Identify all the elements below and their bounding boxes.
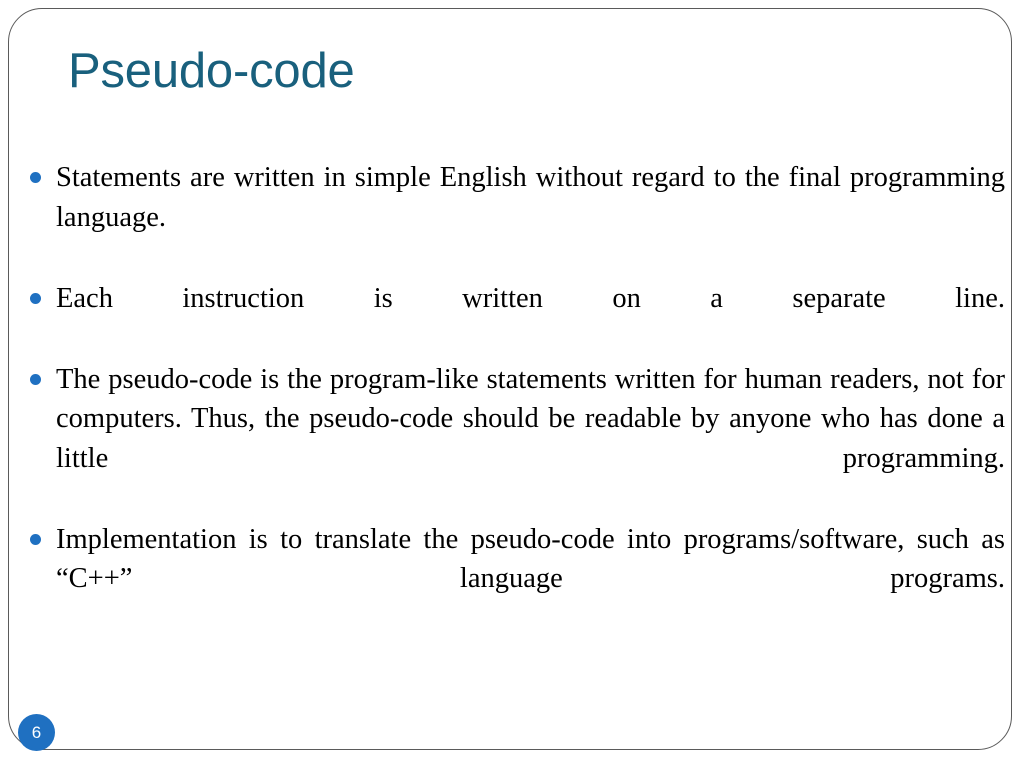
bullet-dot-icon [30,292,41,304]
list-item-text: Statements are written in simple English… [56,162,1005,233]
page-number-badge: 6 [18,714,55,751]
page-title: Pseudo-code [68,44,355,98]
list-item-text: The pseudo-code is the program-like stat… [56,363,1005,474]
bullet-list: Statements are written in simple English… [27,158,1005,640]
bullet-dot-icon [30,172,41,183]
bullet-dot-icon [30,533,41,545]
list-item-text: Implementation is to translate the pseud… [56,523,1005,595]
bullet-dot-icon [30,373,41,385]
list-item: Implementation is to translate the pseud… [27,520,1005,639]
list-item: The pseudo-code is the program-like stat… [27,360,1005,518]
list-item-text: Each instruction is written on a separat… [56,282,1005,314]
list-item: Each instruction is written on a separat… [27,279,1005,358]
slide: Pseudo-code Statements are written in si… [0,0,1024,768]
list-item: Statements are written in simple English… [27,158,1005,277]
